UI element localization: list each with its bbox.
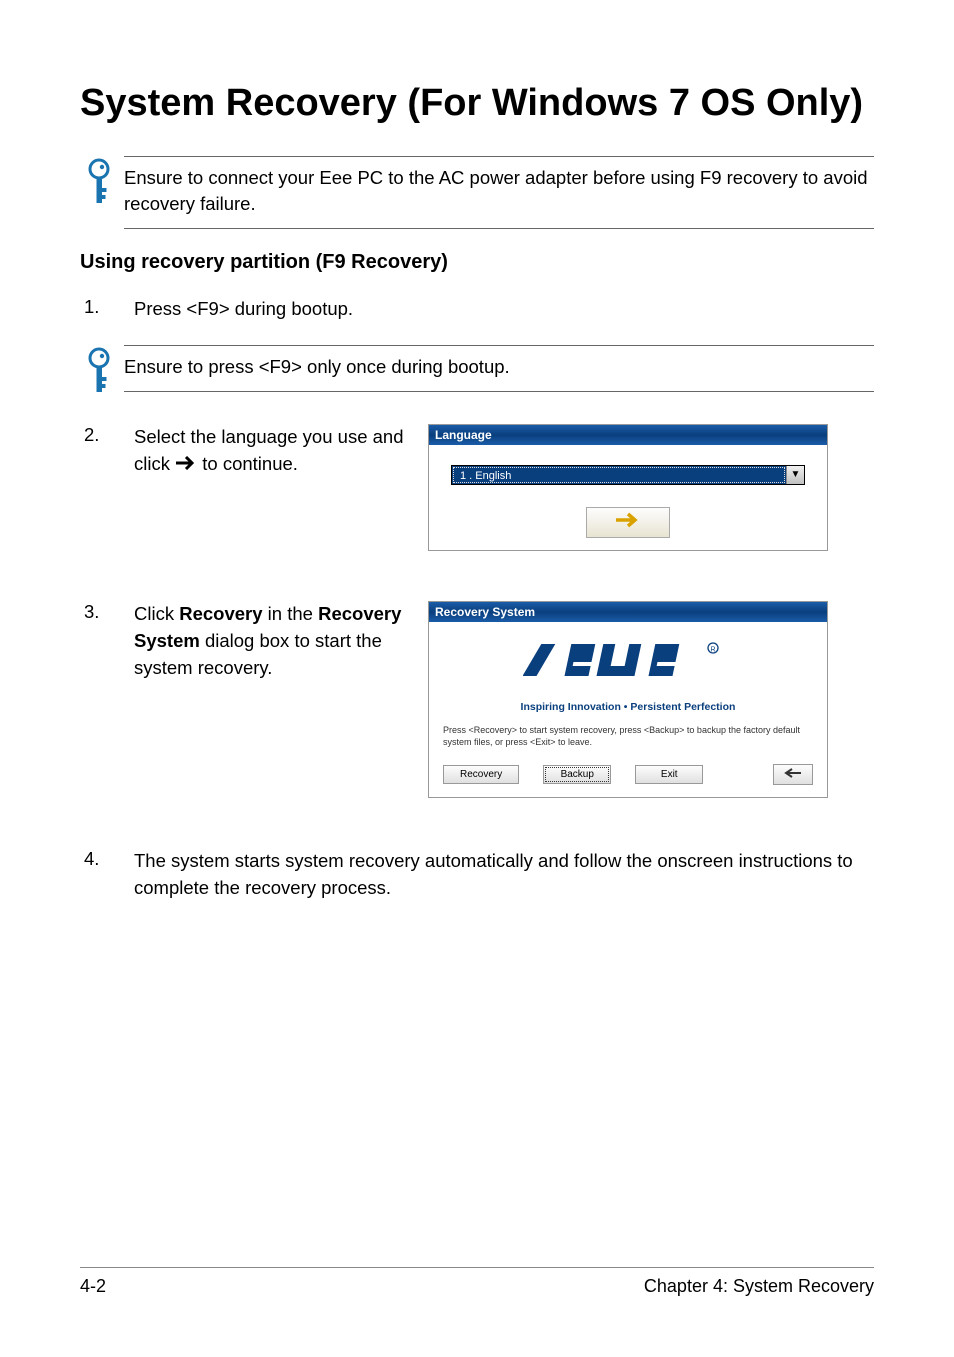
key-icon <box>84 158 114 213</box>
page-number: 4-2 <box>80 1276 106 1297</box>
key-icon <box>84 347 114 402</box>
dialog-title: Language <box>429 425 827 445</box>
chapter-label: Chapter 4: System Recovery <box>644 1276 874 1297</box>
recovery-button[interactable]: Recovery <box>443 765 519 784</box>
language-dialog: Language 1 . English ▼ <box>428 424 828 551</box>
asus-logo: R <box>443 636 813 695</box>
note-text-1: Ensure to connect your Eee PC to the AC … <box>124 156 874 230</box>
step-2: 2. Select the language you use and click… <box>80 424 874 551</box>
step-text: Click Recovery in the Recovery System di… <box>134 601 414 681</box>
step-text: The system starts system recovery automa… <box>134 848 874 902</box>
step-1: 1. Press <F9> during bootup. <box>80 296 874 323</box>
step-text: Select the language you use and click to… <box>134 424 414 478</box>
step-number: 2. <box>80 424 134 446</box>
note-box-1: Ensure to connect your Eee PC to the AC … <box>84 156 874 230</box>
logo-tagline: Inspiring Innovation • Persistent Perfec… <box>443 701 813 713</box>
page-title: System Recovery (For Windows 7 OS Only) <box>80 80 874 128</box>
language-dropdown[interactable]: 1 . English ▼ <box>451 465 805 485</box>
continue-button[interactable] <box>586 507 670 538</box>
dropdown-selected: 1 . English <box>453 467 785 483</box>
backup-button[interactable]: Backup <box>543 765 611 784</box>
step-number: 3. <box>80 601 134 623</box>
section-subheading: Using recovery partition (F9 Recovery) <box>80 251 874 274</box>
dialog-instruction: Press <Recovery> to start system recover… <box>443 725 813 748</box>
dialog-title: Recovery System <box>429 602 827 622</box>
note-text-2: Ensure to press <F9> only once during bo… <box>124 345 874 392</box>
step-number: 4. <box>80 848 134 870</box>
back-button[interactable] <box>773 764 813 785</box>
step-4: 4. The system starts system recovery aut… <box>80 848 874 902</box>
recovery-system-dialog: Recovery System R <box>428 601 828 798</box>
note-box-2: Ensure to press <F9> only once during bo… <box>84 345 874 402</box>
svg-text:R: R <box>710 646 715 653</box>
exit-button[interactable]: Exit <box>635 765 703 784</box>
step-3: 3. Click Recovery in the Recovery System… <box>80 601 874 798</box>
arrow-right-icon <box>175 451 197 478</box>
step-number: 1. <box>80 296 134 318</box>
arrow-right-icon <box>615 512 641 528</box>
step-text: Press <F9> during bootup. <box>134 296 874 323</box>
arrow-left-icon <box>784 768 802 778</box>
page-footer: 4-2 Chapter 4: System Recovery <box>80 1267 874 1297</box>
chevron-down-icon[interactable]: ▼ <box>786 466 804 484</box>
